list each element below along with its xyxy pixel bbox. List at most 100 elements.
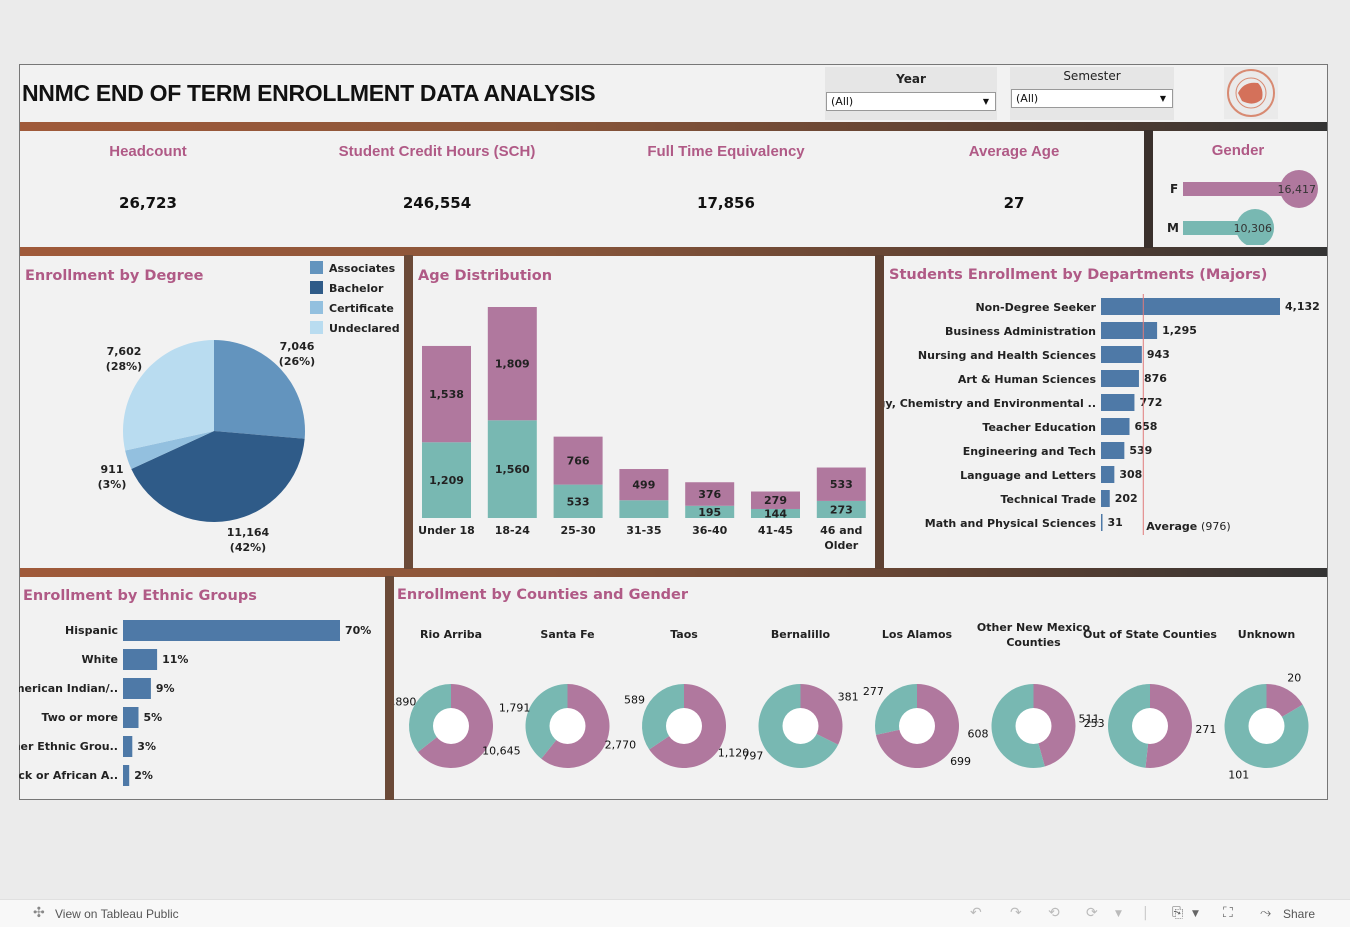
department-label: Language and Letters [960, 469, 1096, 482]
age-female-label: 766 [567, 455, 590, 468]
fullscreen-icon[interactable]: ⛶ [1223, 905, 1233, 921]
footer-toolbar: ✣ View on Tableau Public ↶ ↷ ⟲ ⟳ ▼ | ⎘ ▼… [0, 899, 1350, 927]
download-icon[interactable]: ⎘ [1172, 905, 1183, 921]
age-category-label: 36-40 [692, 524, 728, 537]
department-bar [1101, 490, 1110, 507]
ethnic-value-label: 5% [144, 711, 163, 724]
kpi-fte-value: 17,856 [697, 194, 755, 212]
ethnic-label: Other Ethnic Grou.. [19, 740, 118, 753]
age-male-label: 1,209 [429, 474, 464, 487]
age-female-label: 533 [830, 478, 853, 491]
year-dropdown[interactable]: (All) ▼ [826, 92, 996, 111]
kpi-sch-label: Student Credit Hours (SCH) [338, 143, 536, 160]
county-name-label: Other New Mexico [977, 621, 1091, 634]
department-label: Biology, Chemistry and Environmental .. [884, 397, 1096, 410]
county-name-label: Counties [1006, 636, 1061, 649]
share-button[interactable]: Share [1283, 907, 1315, 921]
chevron-down-icon: ▼ [1159, 94, 1166, 103]
department-label: Nursing and Health Sciences [918, 349, 1097, 362]
department-value-label: 876 [1144, 372, 1167, 385]
county-name-label: Bernalillo [771, 628, 831, 641]
donut-male-label: 101 [1228, 769, 1249, 782]
legend-swatch [310, 321, 323, 334]
semester-filter-label: Semester [1063, 69, 1121, 83]
age-male-label: 533 [567, 495, 590, 508]
donut-hole [1132, 708, 1168, 744]
legend-label: Bachelor [329, 282, 384, 295]
department-value-label: 539 [1129, 444, 1152, 457]
donut-hole [782, 708, 819, 744]
age-male-label: 144 [764, 507, 787, 520]
age-male-label: 195 [698, 506, 721, 519]
department-bar [1101, 394, 1135, 411]
department-label: Technical Trade [1001, 493, 1096, 506]
ethnic-title: Enrollment by Ethnic Groups [23, 588, 257, 604]
donut-male-label: 608 [968, 728, 989, 741]
donut-hole [433, 708, 469, 744]
ethnic-bar [123, 649, 158, 670]
department-value-label: 4,132 [1285, 300, 1320, 313]
department-value-label: 31 [1108, 516, 1123, 529]
gender-value-label: 16,417 [1278, 183, 1317, 196]
counties-title: Enrollment by Counties and Gender [397, 587, 689, 603]
donut-female-label: 699 [950, 755, 971, 768]
gender-title: Gender [1211, 142, 1265, 159]
age-category-label: Older [824, 539, 858, 552]
divider [1144, 130, 1153, 248]
share-icon[interactable]: ⤳ [1260, 905, 1271, 921]
refresh-icon[interactable]: ⟳ [1086, 905, 1098, 921]
age-female-label: 1,538 [429, 388, 464, 401]
department-bar [1101, 418, 1130, 435]
pie-value-label: 7,602 [107, 345, 142, 358]
legend-swatch [310, 281, 323, 294]
year-dropdown-value: (All) [831, 95, 854, 108]
department-bar [1101, 514, 1103, 531]
department-bar [1101, 322, 1158, 339]
age-female-label: 1,809 [495, 358, 530, 371]
undo-icon[interactable]: ↶ [970, 905, 982, 921]
divider [404, 255, 413, 569]
semester-dropdown-value: (All) [1016, 92, 1039, 105]
ethnic-value-label: 9% [156, 682, 175, 695]
department-bar [1101, 466, 1115, 483]
donut-female-label: 381 [838, 691, 859, 704]
donut-male-label: 1,791 [499, 701, 531, 714]
ethnic-label: White [82, 653, 118, 666]
chevron-down-icon[interactable]: ▼ [1192, 909, 1199, 919]
kpi-age-label: Average Age [968, 143, 1060, 160]
department-bar [1101, 346, 1142, 363]
ethnic-value-label: 3% [137, 740, 156, 753]
age-bar-male [619, 500, 669, 518]
age-category-label: 46 and [820, 524, 862, 537]
donut-hole [666, 708, 702, 744]
departments-chart: Non-Degree Seeker 4,132 Business Administr… [884, 294, 1320, 535]
county-name-label: Out of State Counties [1083, 628, 1217, 641]
age-category-label: 25-30 [561, 524, 597, 537]
department-value-label: 943 [1147, 348, 1170, 361]
department-bar [1101, 298, 1280, 315]
view-on-tableau-link[interactable]: View on Tableau Public [55, 907, 179, 921]
legend-label: Certificate [329, 302, 394, 315]
chevron-down-icon[interactable]: ▼ [1115, 909, 1122, 919]
gender-value-label: 10,306 [1234, 222, 1273, 235]
pie-value-label: 7,046 [280, 340, 315, 353]
donut-female-label: 10,645 [482, 744, 521, 757]
counties-donut-charts: Rio Arriba 10,645 5,890 Santa Fe 2,770 1,791 T… [394, 621, 1309, 782]
revert-icon[interactable]: ⟲ [1048, 905, 1060, 921]
age-female-label: 279 [764, 494, 787, 507]
redo-icon[interactable]: ↷ [1010, 905, 1022, 921]
age-category-label: 31-35 [626, 524, 661, 537]
semester-dropdown[interactable]: (All) ▼ [1011, 89, 1173, 108]
divider [385, 576, 394, 800]
department-label: Engineering and Tech [963, 445, 1096, 458]
divider [875, 255, 884, 569]
legend-swatch [310, 301, 323, 314]
department-value-label: 658 [1135, 420, 1158, 433]
gender-f-label: F [1170, 182, 1179, 196]
ethnic-value-label: 2% [134, 769, 153, 782]
department-label: Art & Human Sciences [958, 373, 1097, 386]
department-label: Teacher Education [982, 421, 1096, 434]
legend-label: Associates [329, 262, 396, 275]
department-value-label: 1,295 [1162, 324, 1197, 337]
donut-male-label: 277 [863, 685, 884, 698]
